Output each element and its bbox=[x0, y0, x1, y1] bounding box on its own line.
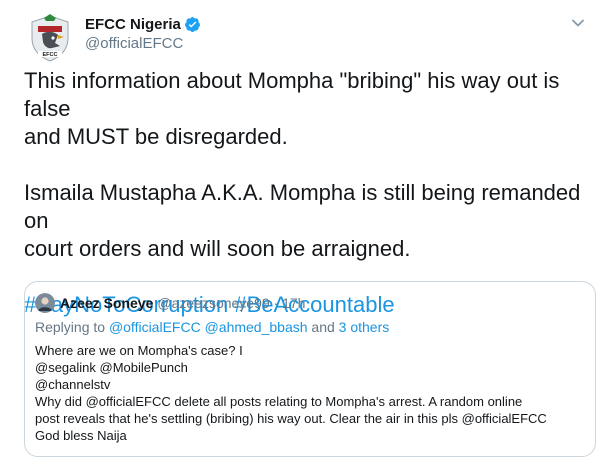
author-avatar[interactable]: EFCC bbox=[24, 12, 76, 64]
tweet-line: and MUST be disregarded. bbox=[24, 124, 288, 149]
avatar-logo-text: EFCC bbox=[43, 52, 58, 58]
quoted-avatar[interactable] bbox=[35, 293, 55, 313]
quoted-header: Azeez Soneye @azeezsoneye99 · 17h bbox=[35, 293, 305, 313]
reply-others-link[interactable]: 3 others bbox=[339, 319, 390, 335]
quoted-text: Where are we on Mompha's case? I @segali… bbox=[35, 342, 587, 444]
reply-mentions[interactable]: @officialEFCC @ahmed_bbash bbox=[109, 319, 308, 335]
quoted-display-name[interactable]: Azeez Soneye bbox=[60, 295, 153, 311]
author-handle[interactable]: @officialEFCC bbox=[85, 35, 201, 52]
reply-and-label: and bbox=[311, 319, 335, 335]
tweet-line: court orders and will soon be arraigned. bbox=[24, 236, 411, 261]
quoted-replying-to: Replying to @officialEFCC @ahmed_bbash a… bbox=[35, 319, 389, 335]
tweet-line: This information about Mompha "bribing" … bbox=[24, 68, 560, 121]
quoted-handle-time[interactable]: @azeezsoneye99 · 17h bbox=[157, 295, 305, 311]
quoted-line: @segalink @MobilePunch bbox=[35, 360, 188, 375]
tweet-card: EFCC EFCC Nigeria @officialEFCC This inf… bbox=[0, 0, 607, 461]
author-display-name[interactable]: EFCC Nigeria bbox=[85, 16, 181, 33]
quoted-line: Where are we on Mompha's case? I bbox=[35, 343, 243, 358]
efcc-logo: EFCC bbox=[24, 12, 76, 64]
display-name-row: EFCC Nigeria bbox=[85, 14, 201, 34]
author-info: EFCC Nigeria @officialEFCC bbox=[85, 14, 201, 52]
quoted-line: @channelstv bbox=[35, 377, 111, 392]
chevron-down-icon[interactable] bbox=[569, 14, 587, 32]
quoted-tweet[interactable]: Azeez Soneye @azeezsoneye99 · 17h Replyi… bbox=[24, 281, 596, 457]
replying-to-label: Replying to bbox=[35, 319, 106, 335]
quoted-line: Why did @officialEFCC delete all posts r… bbox=[35, 394, 523, 409]
quoted-line: God bless Naija bbox=[35, 428, 127, 443]
tweet-line: Ismaila Mustapha A.K.A. Mompha is still … bbox=[24, 180, 581, 233]
quoted-line: post reveals that he's settling (bribing… bbox=[35, 411, 547, 426]
verified-badge-icon bbox=[184, 16, 201, 33]
